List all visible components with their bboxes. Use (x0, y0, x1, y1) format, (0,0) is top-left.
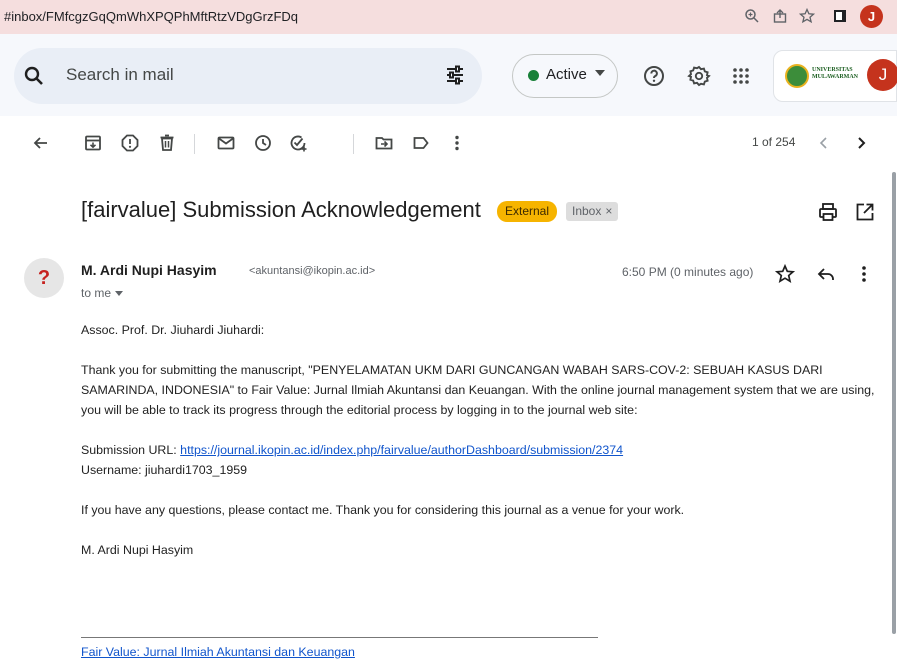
body-paragraph: Thank you for submitting the manuscript,… (81, 363, 875, 417)
message-time: 6:50 PM (0 minutes ago) (622, 265, 754, 279)
reply-icon[interactable] (815, 263, 837, 285)
side-panel-icon[interactable] (830, 6, 850, 26)
help-icon[interactable] (642, 64, 666, 88)
toolbar-divider (353, 134, 354, 154)
journal-link[interactable]: Fair Value: Jurnal Ilmiah Akuntansi dan … (81, 645, 355, 659)
submission-url-link[interactable]: https://journal.ikopin.ac.id/index.php/f… (180, 443, 623, 457)
sender-avatar: ? (24, 258, 64, 298)
snooze-icon[interactable] (253, 133, 273, 153)
browser-profile-avatar[interactable]: J (860, 5, 883, 28)
label-external: External (497, 201, 558, 222)
unknown-sender-icon: ? (37, 266, 51, 289)
scrollbar[interactable] (892, 172, 896, 634)
recipient-details[interactable]: to me (81, 286, 124, 300)
submission-url-line: Submission URL: https://journal.ikopin.a… (81, 440, 881, 460)
mark-unread-icon[interactable] (216, 133, 236, 153)
sender-name[interactable]: M. Ardi Nupi Hasyim (81, 262, 217, 278)
delete-icon[interactable] (157, 133, 177, 153)
url-text[interactable]: #inbox/FMfcgzGqQmWhXPQPhMftRtzVDgGrzFDq (4, 9, 298, 24)
more-vertical-icon[interactable] (447, 133, 467, 153)
chevron-down-icon (595, 70, 605, 76)
organization-name: UNIVERSITAS MULAWARMAN (812, 67, 858, 80)
apps-grid-icon[interactable] (729, 64, 753, 88)
sender-email: <akuntansi@ikopin.ac.id> (249, 265, 376, 277)
star-icon[interactable] (774, 263, 796, 285)
report-spam-icon[interactable] (120, 133, 140, 153)
account-avatar[interactable]: J (867, 59, 897, 91)
remove-label-icon[interactable]: × (605, 204, 612, 218)
closing-paragraph: If you have any questions, please contac… (81, 503, 685, 517)
more-vertical-icon[interactable] (853, 263, 875, 285)
status-dot (528, 70, 539, 81)
label-icon[interactable] (411, 133, 431, 153)
older-chevron-icon[interactable] (851, 133, 871, 153)
search-input[interactable]: Search in mail (66, 65, 174, 85)
status-label: Active (546, 66, 587, 83)
chevron-down-icon[interactable] (115, 291, 124, 297)
open-in-new-window-icon[interactable] (854, 201, 876, 223)
greeting: Assoc. Prof. Dr. Jiuhardi Jiuhardi: (81, 323, 265, 337)
university-logo-icon (785, 64, 809, 88)
signature: M. Ardi Nupi Hasyim (81, 543, 194, 557)
search-icon[interactable] (22, 64, 46, 88)
add-to-tasks-icon[interactable] (288, 133, 308, 153)
label-inbox-text: Inbox (572, 204, 602, 218)
newer-chevron-icon[interactable] (814, 133, 834, 153)
archive-icon[interactable] (83, 133, 103, 153)
back-icon[interactable] (31, 133, 51, 153)
message-subject: [fairvalue] Submission Acknowledgement (81, 197, 481, 222)
username-line: Username: jiuhardi1703_1959 (81, 463, 248, 477)
toolbar-divider (194, 134, 195, 154)
move-to-icon[interactable] (374, 133, 394, 153)
settings-gear-icon[interactable] (687, 64, 711, 88)
print-icon[interactable] (817, 201, 839, 223)
bookmark-star-icon[interactable] (797, 6, 817, 26)
message-body: Assoc. Prof. Dr. Jiuhardi Jiuhardi: Than… (81, 320, 881, 560)
signature-divider (81, 637, 598, 638)
label-inbox[interactable]: Inbox × (566, 202, 619, 221)
recipient-label: to me (81, 286, 112, 300)
browser-url-bar[interactable]: #inbox/FMfcgzGqQmWhXPQPhMftRtzVDgGrzFDq … (0, 0, 897, 34)
zoom-icon[interactable] (742, 6, 762, 26)
search-options-icon[interactable] (443, 63, 467, 87)
submission-url-label: Submission URL: (81, 443, 181, 457)
pagination-label: 1 of 254 (752, 135, 796, 149)
share-icon[interactable] (770, 6, 790, 26)
